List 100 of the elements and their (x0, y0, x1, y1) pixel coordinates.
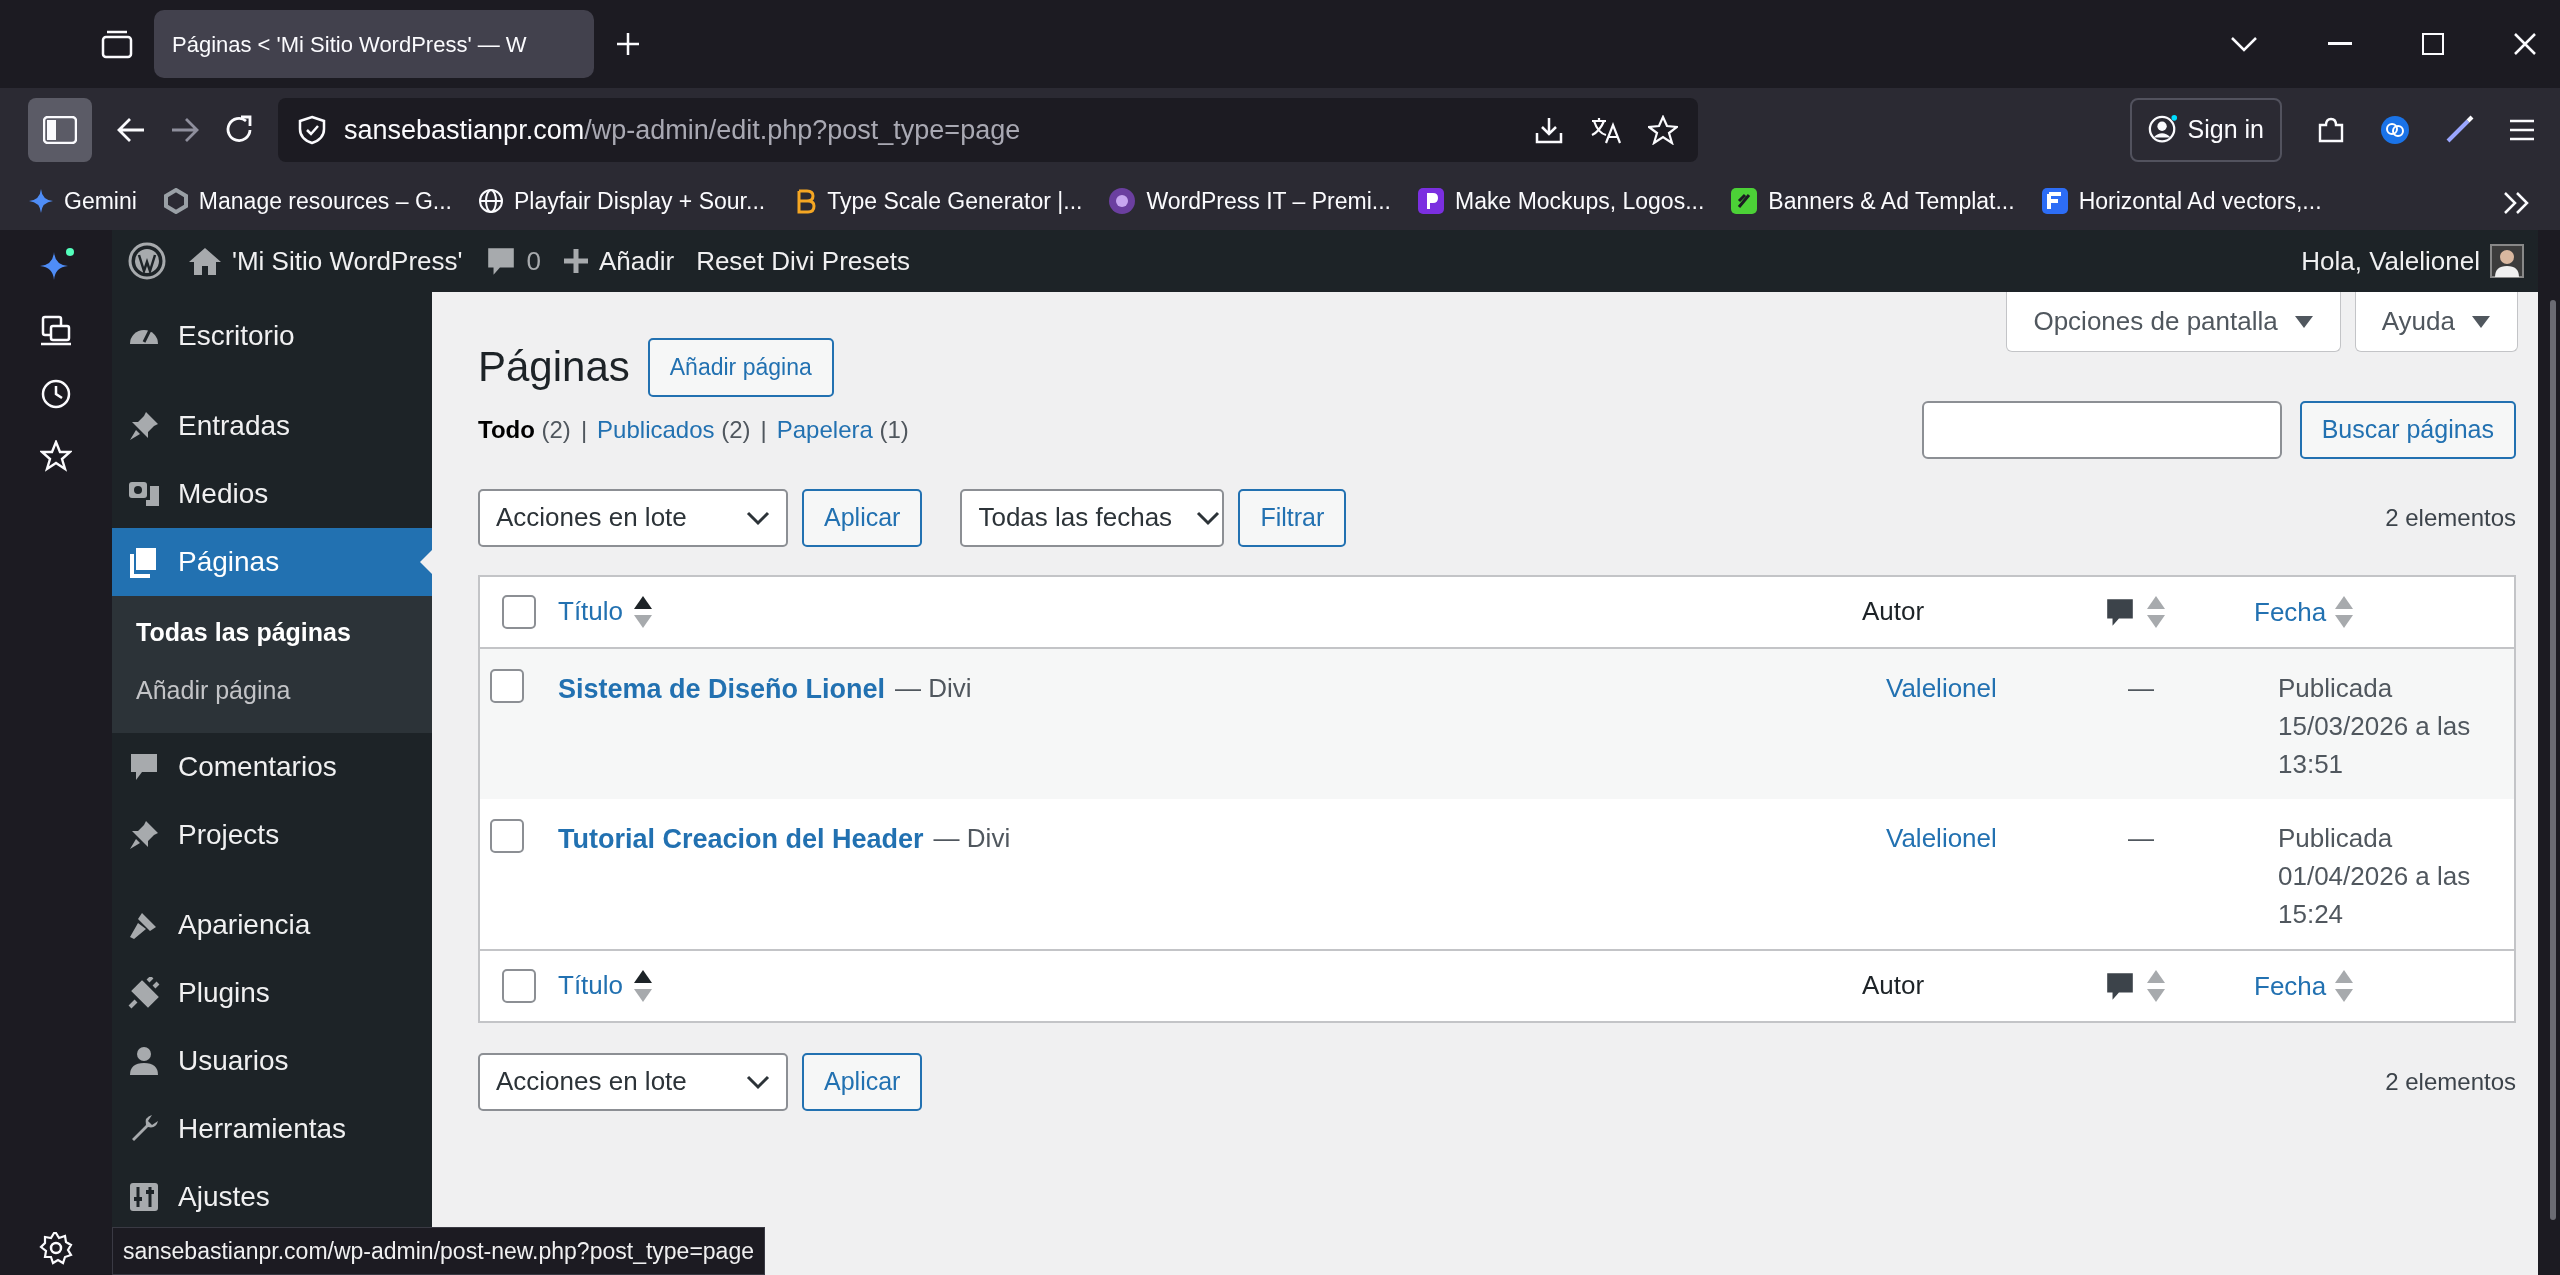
sidebar-item[interactable]: Medios (112, 460, 432, 528)
sidebar-item[interactable]: Entradas (112, 392, 432, 460)
submenu-item[interactable]: Añadir página (112, 661, 432, 719)
page-builder-label: — Divi (895, 672, 972, 706)
square-logo-icon (1730, 187, 1759, 215)
browser-tab[interactable]: Páginas < 'Mi Sitio WordPress' — W (154, 10, 594, 78)
toolbar-link[interactable]: Reset Divi Presets (696, 241, 910, 281)
account-icon (2147, 115, 2178, 145)
home-icon (188, 246, 222, 276)
bulk-actions-select[interactable]: Acciones en lote (478, 488, 788, 547)
chevron-down-icon (1196, 509, 1221, 526)
sign-in-button[interactable]: Sign in (2129, 98, 2282, 162)
bookmark-link[interactable]: Make Mockups, Logos... (1455, 183, 1705, 219)
page-title-link[interactable]: Tutorial Creacion del Header (558, 818, 924, 859)
sidebar-item[interactable]: Plugins (112, 959, 432, 1027)
author-link[interactable]: Valelionel (1886, 672, 1997, 703)
select-all-checkbox[interactable] (502, 968, 536, 1003)
post-date: 01/04/2026 a las 15:24 (2278, 859, 2472, 931)
item-count: 2 elementos (2385, 1066, 2516, 1097)
row-checkbox[interactable] (490, 818, 524, 853)
square-logo-icon (1417, 187, 1445, 215)
sidebar-item[interactable]: Escritorio (112, 302, 432, 370)
post-date: 15/03/2026 a las 13:51 (2278, 709, 2472, 781)
bookmark-link[interactable]: Playfair Display + Sour... (514, 183, 766, 219)
submenu-item[interactable]: Todas las páginas (112, 604, 432, 662)
sidebar-item[interactable]: Páginas (112, 528, 432, 596)
bookmark-link[interactable]: Banners & Ad Templat... (1768, 183, 2015, 219)
bookmark-link[interactable]: Type Scale Generator |... (827, 183, 1083, 219)
bulk-actions-select[interactable]: Acciones en lote (478, 1052, 788, 1111)
column-header-link[interactable]: Fecha (2254, 966, 2327, 1005)
sidebar-item[interactable]: Usuarios (112, 1027, 432, 1095)
address-bar[interactable]: sansebastianpr.com/wp-admin/edit.php?post_type=page (278, 98, 1698, 162)
reload-icon[interactable] (224, 115, 254, 145)
filter-button[interactable]: Filtrar (1238, 488, 1347, 547)
menu-icon[interactable] (2508, 119, 2536, 141)
sidebar-icon (43, 116, 77, 144)
shield-icon (298, 115, 326, 145)
search-field[interactable] (1921, 400, 2282, 459)
download-icon[interactable] (1534, 115, 1564, 145)
author-link[interactable]: Valelionel (1886, 822, 1997, 853)
chevron-down-icon[interactable] (2230, 35, 2258, 53)
new-tab-icon[interactable] (614, 30, 642, 58)
search-button[interactable]: Buscar páginas (2299, 400, 2516, 459)
post-status: Publicada (2278, 821, 2394, 855)
tab-list-icon[interactable] (100, 29, 134, 59)
filter-link[interactable]: Todo (2) (478, 411, 571, 448)
filter-link[interactable]: Publicados (2) (597, 411, 751, 448)
pin-icon (128, 819, 160, 851)
sparkle-icon (28, 188, 54, 214)
page-builder-label: — Divi (933, 822, 1011, 856)
pen-icon[interactable] (2444, 115, 2474, 145)
star-icon[interactable] (1648, 115, 1678, 145)
sidebar-toggle-button[interactable] (28, 98, 92, 162)
translate-icon[interactable] (1590, 115, 1622, 145)
user-icon (128, 1045, 160, 1077)
bookmark-link[interactable]: Gemini (64, 183, 137, 219)
chevron-down-icon (746, 1073, 770, 1090)
select-all-checkbox[interactable] (502, 594, 536, 629)
star-icon[interactable] (40, 440, 72, 472)
account-link[interactable]: Hola, Valelionel (2301, 241, 2524, 281)
filter-link[interactable]: Papelera (1) (776, 411, 909, 448)
sidebar-item[interactable]: Projects (112, 801, 432, 869)
settings-icon[interactable] (39, 1231, 73, 1265)
sidebar-item[interactable]: Comentarios (112, 733, 432, 801)
add-new-link[interactable]: Añadir (562, 241, 675, 281)
link-preview: sansebastianpr.com/wp-admin/post-new.php?post_type=page (112, 1226, 765, 1275)
apply-button[interactable]: Aplicar (802, 1052, 923, 1111)
bookmark-link[interactable]: Manage resources – G... (198, 183, 452, 219)
devices-icon[interactable] (39, 314, 73, 348)
back-icon[interactable] (116, 117, 146, 143)
minimize-icon[interactable] (2328, 42, 2352, 46)
comments-link[interactable]: 0 (484, 241, 541, 281)
avatar-icon (2490, 244, 2524, 278)
wordpress-icon[interactable] (128, 242, 166, 280)
apply-button[interactable]: Aplicar (802, 488, 923, 547)
column-header-link[interactable]: Fecha (2254, 592, 2327, 631)
page-title-link[interactable]: Sistema de Diseño Lionel (558, 668, 886, 709)
comment-count: — (2128, 671, 2154, 705)
forward-icon[interactable] (170, 117, 200, 143)
column-header-link[interactable]: Título (558, 592, 624, 631)
screen-meta-tab[interactable]: Ayuda (2354, 292, 2518, 352)
sidebar-item[interactable]: Apariencia (112, 891, 432, 959)
site-name-link[interactable]: 'Mi Sitio WordPress' (188, 241, 463, 281)
screen-meta-tab[interactable]: Opciones de pantalla (2006, 292, 2341, 352)
clock-icon[interactable] (40, 378, 72, 410)
column-header: Autor (1862, 596, 1925, 626)
close-icon[interactable] (2514, 33, 2536, 55)
add-page-button[interactable]: Añadir página (647, 338, 834, 397)
caret-icon (2471, 314, 2491, 329)
sidebar-item[interactable]: Herramientas (112, 1095, 432, 1163)
sliders-icon (128, 1181, 160, 1213)
bookmark-link[interactable]: Horizontal Ad vectors,... (2078, 183, 2322, 219)
column-header-link[interactable]: Título (558, 966, 624, 1005)
date-filter-select[interactable]: Todas las fechas (960, 488, 1225, 547)
url-text: sansebastianpr.com/wp-admin/edit.php?post_type=page (344, 113, 1021, 147)
extension-icon[interactable] (2380, 115, 2410, 145)
maximize-icon[interactable] (2422, 33, 2444, 55)
separator: | (760, 414, 767, 445)
row-checkbox[interactable] (490, 668, 524, 703)
bookmark-link[interactable]: WordPress IT – Premi... (1146, 183, 1391, 219)
